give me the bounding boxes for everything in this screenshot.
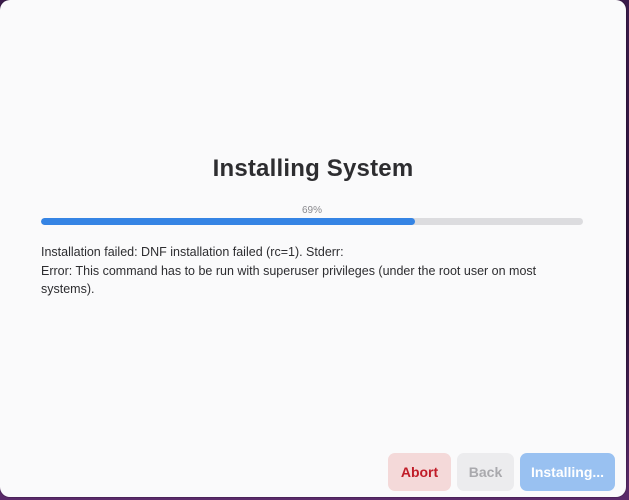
page-title: Installing System — [212, 155, 414, 182]
error-message: Installation failed: DNF installation fa… — [41, 243, 601, 299]
error-line: Error: This command has to be run with s… — [41, 263, 537, 278]
error-line: Installation failed: DNF installation fa… — [41, 245, 344, 259]
error-line: systems). — [41, 282, 95, 296]
progress-track — [41, 218, 583, 225]
installer-window: Installing System 69% Installation faile… — [0, 0, 626, 497]
back-button[interactable]: Back — [457, 453, 514, 491]
progress-percent-label: 69% — [301, 205, 322, 216]
progress-fill — [41, 218, 415, 225]
installing-button[interactable]: Installing... — [520, 453, 615, 491]
abort-button[interactable]: Abort — [388, 453, 451, 491]
install-progress: 69% — [41, 205, 583, 225]
